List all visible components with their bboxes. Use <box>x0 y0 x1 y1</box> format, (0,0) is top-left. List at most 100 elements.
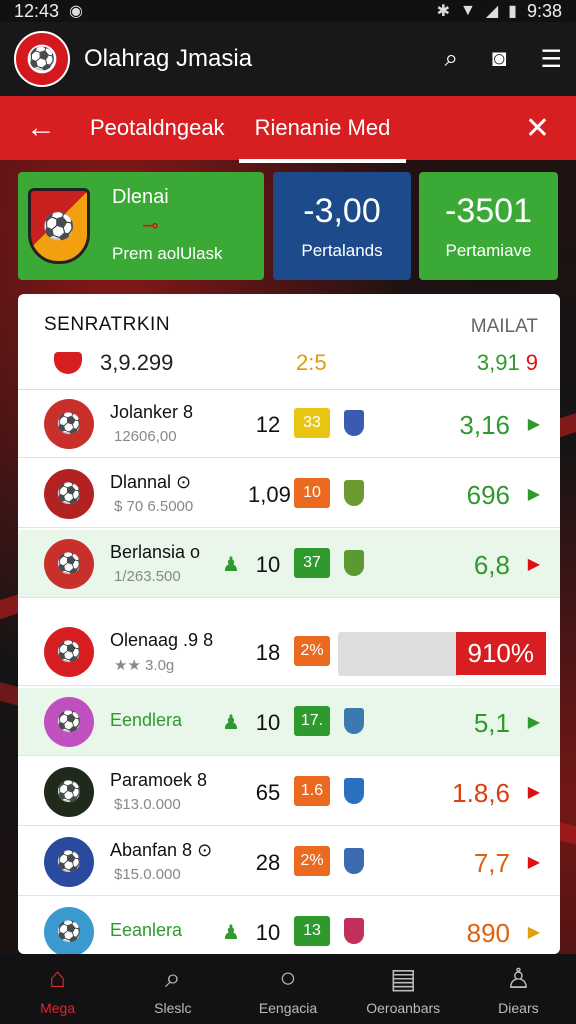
standings-row[interactable]: ⚽ Jolanker 8 12606,00 12 33 3,16 ▶ <box>18 390 560 458</box>
circle-icon: ○ <box>279 962 297 993</box>
nav-home[interactable]: ⌂ Mega <box>0 954 115 1024</box>
summary-cards: ⚽ Dlenai ⊸ Prem aolUlask -3,00 Pertaland… <box>18 172 558 282</box>
card-title: Dlenai <box>112 186 169 208</box>
summary-card-team[interactable]: ⚽ Dlenai ⊸ Prem aolUlask <box>18 172 264 280</box>
row-value: 5,1 <box>473 708 510 738</box>
panel-sub-right: 3,91 9 <box>477 350 538 376</box>
chevron-right-icon[interactable]: ▶ <box>528 554 540 574</box>
status-time: 12:43 <box>14 0 60 21</box>
nav-label: Eengacia <box>258 1000 318 1016</box>
chevron-right-icon[interactable]: ▶ <box>528 852 540 872</box>
row-value: 696 <box>466 480 510 510</box>
club-crest-icon: ⚽ <box>44 766 94 817</box>
user-icon: ♙ <box>505 963 531 994</box>
row-number: 28 <box>255 850 281 875</box>
row-value: 3,16 <box>459 410 510 440</box>
mini-crest-icon <box>344 550 364 576</box>
status-bar: 12:43 ◉ ✱ ▼ ◢ ▮ 9:38 <box>0 0 576 22</box>
panel-header: SENRATRKIN MAILAT 3,9.299 2:5 3,91 9 <box>18 294 560 390</box>
club-crest-icon: ⚽ <box>28 188 90 264</box>
mini-crest-icon <box>344 778 364 804</box>
person-icon: ♟ <box>222 554 240 576</box>
card-label: Pertamiave <box>445 241 532 260</box>
person-icon: ♟ <box>222 922 240 944</box>
team-name: Berlansia o <box>110 542 201 562</box>
score-chip: 17. <box>294 706 330 736</box>
nav-circle[interactable]: ○ Eengacia <box>230 954 345 1024</box>
bluetooth-icon: ✱ <box>436 3 450 20</box>
document-icon: ▤ <box>389 963 417 994</box>
chevron-right-icon[interactable]: ▶ <box>528 782 540 802</box>
close-icon[interactable]: ✕ <box>525 111 550 146</box>
team-sub: $15.0.000 <box>114 866 181 883</box>
nav-label: Diears <box>498 1000 539 1016</box>
nav-label: Mega <box>40 1000 76 1016</box>
club-crest-icon: ⚽ <box>44 696 94 747</box>
chevron-right-icon[interactable]: ▶ <box>528 414 540 434</box>
card-value: -3,00 <box>303 192 381 230</box>
panel-sub-right-value: 3,91 <box>476 350 520 375</box>
back-arrow-icon[interactable]: ← <box>26 111 56 145</box>
app-logo[interactable]: ⚽ <box>14 31 70 87</box>
menu-icon[interactable]: ☰ <box>540 45 562 74</box>
standings-row[interactable]: ⚽ Olenaag .9 8 ★★ 3.0g 18 2% 910% <box>18 618 560 686</box>
team-name: Olenaag .9 8 <box>110 630 214 650</box>
chevron-right-icon[interactable]: ▶ <box>528 712 540 732</box>
standings-row[interactable]: ⚽ Paramoek 8 $13.0.000 65 1.6 1.8,6 ▶ <box>18 758 560 826</box>
progress-track <box>338 632 460 676</box>
mini-crest-icon <box>344 410 364 436</box>
standings-row[interactable]: ⚽ Dlannal ⊙ $ 70 6.5000 1,09 10 696 ▶ <box>18 460 560 528</box>
team-name: Jolanker 8 <box>110 402 194 422</box>
team-sub: ★★ 3.0g <box>114 657 175 674</box>
standings-row[interactable]: ⚽ Eeanlera ♟ 10 13 890 ▶ <box>18 898 560 954</box>
panel-sub-right-flag: 9 <box>525 350 538 375</box>
row-number: 10 <box>255 552 281 577</box>
team-sub: $13.0.000 <box>114 796 181 813</box>
bottom-nav: ⌂ Mega ⌕ Sleslc ○ Eengacia ▤ Oeroanbars … <box>0 954 576 1024</box>
tab-secondary[interactable]: Rienanie Med <box>238 115 407 163</box>
row-number: 1,09 <box>248 482 291 507</box>
team-sub: $ 70 6.5000 <box>114 498 194 515</box>
standings-row[interactable]: ⚽ Berlansia o 1/263.500 ♟ 10 37 6,8 ▶ <box>18 530 560 598</box>
search-icon[interactable]: ⌕ <box>445 45 458 74</box>
club-crest-icon: ⚽ <box>44 906 94 954</box>
score-chip: 2% <box>294 636 330 666</box>
trend-arrow-icon: ⊸ <box>142 215 159 237</box>
row-number: 10 <box>255 710 281 735</box>
panel-title: SENRATRKIN <box>44 314 171 335</box>
nav-documents[interactable]: ▤ Oeroanbars <box>346 954 461 1024</box>
nav-label: Oeroanbars <box>366 1000 441 1016</box>
nav-profile[interactable]: ♙ Diears <box>461 954 576 1024</box>
row-number: 12 <box>255 412 281 437</box>
score-chip: 1.6 <box>294 776 330 806</box>
team-name: Eendlera <box>110 710 183 730</box>
standings-panel: SENRATRKIN MAILAT 3,9.299 2:5 3,91 9 ⚽ Jol… <box>18 294 560 954</box>
row-value: 7,7 <box>473 848 510 878</box>
status-clock: 9:38 <box>526 0 562 21</box>
home-icon: ⌂ <box>49 962 67 993</box>
standings-row[interactable]: ⚽ Eendlera ♟ 10 17. 5,1 ▶ <box>18 688 560 756</box>
ball-icon: ⚽ <box>44 626 94 677</box>
summary-card-green[interactable]: -3501 Pertamiave <box>419 172 558 280</box>
summary-card-blue[interactable]: -3,00 Pertalands <box>273 172 411 280</box>
score-chip: 10 <box>294 478 330 508</box>
chevron-right-icon[interactable]: ▶ <box>528 922 540 942</box>
panel-sub-mid: 2:5 <box>296 350 327 375</box>
nav-search[interactable]: ⌕ Sleslc <box>115 954 230 1024</box>
chevron-right-icon[interactable]: ▶ <box>528 484 540 504</box>
row-value: 6,8 <box>473 550 510 580</box>
see-all-link[interactable]: MAILAT <box>471 316 538 338</box>
tab-primary[interactable]: Peotaldngeak <box>90 115 225 141</box>
team-sub: 1/263.500 <box>114 568 181 585</box>
battery-icon: ▮ <box>508 3 517 20</box>
row-number: 18 <box>255 640 281 665</box>
score-chip: 2% <box>294 846 330 876</box>
standings-row[interactable]: ⚽ Abanfan 8 ⊙ $15.0.000 28 2% 7,7 ▶ <box>18 828 560 896</box>
team-sub: 12606,00 <box>114 428 177 445</box>
nav-label: Sleslc <box>154 1000 192 1016</box>
mini-crest-icon <box>344 918 364 944</box>
row-number: 10 <box>255 920 281 945</box>
team-name: Dlannal ⊙ <box>110 472 192 492</box>
score-chip: 33 <box>294 408 330 438</box>
camera-icon[interactable]: ◙ <box>492 45 507 74</box>
